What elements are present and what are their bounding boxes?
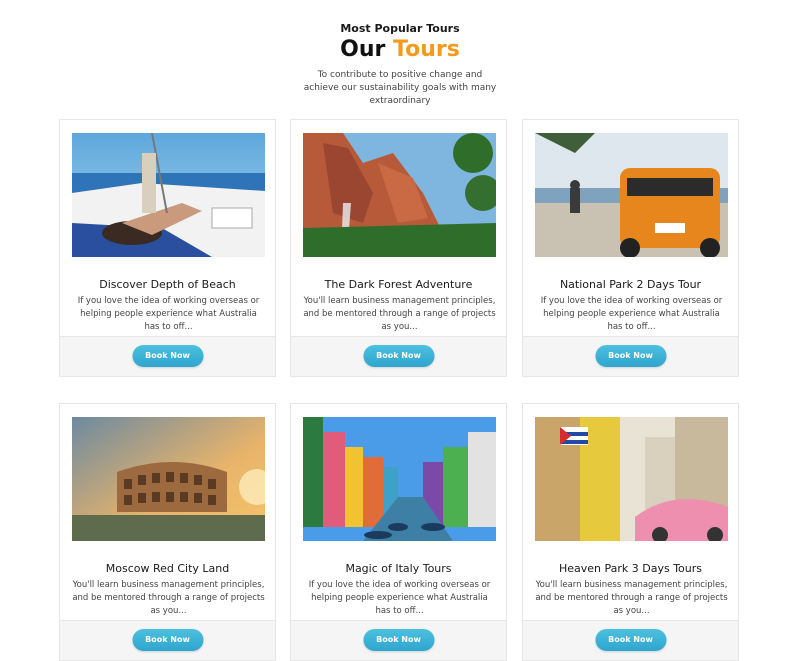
book-now-button[interactable]: Book Now [363,629,434,651]
tour-card: Heaven Park 3 Days Tours You'll learn bu… [522,403,739,661]
tour-image-van[interactable] [535,133,728,257]
tour-description: You'll learn business management princip… [72,580,265,616]
tour-description: If you love the idea of working overseas… [540,296,723,332]
card-footer: Book Now [60,336,275,376]
tour-image-colosseum[interactable] [72,417,265,541]
tour-name: Magic of Italy Tours [345,562,452,575]
card-footer: Book Now [60,620,275,660]
section-title: Our Tours [0,37,800,62]
tour-image-havana[interactable] [535,417,728,541]
tour-card: Magic of Italy Tours If you love the ide… [290,403,507,661]
tour-name: National Park 2 Days Tour [559,278,702,291]
title-main: Our [340,37,386,62]
tour-card: Discover Depth of Beach If you love the … [59,119,276,377]
book-now-button[interactable]: Book Now [363,345,434,367]
tour-image-beach[interactable] [72,133,265,257]
tour-card: National Park 2 Days Tour If you love th… [522,119,739,377]
book-now-button[interactable]: Book Now [132,345,203,367]
tour-name: Discover Depth of Beach [99,278,236,291]
card-footer: Book Now [523,620,738,660]
tour-description: You'll learn business management princip… [535,580,728,616]
book-now-button[interactable]: Book Now [595,629,666,651]
tour-description: If you love the idea of working overseas… [77,296,260,332]
card-footer: Book Now [523,336,738,376]
card-footer: Book Now [291,336,506,376]
tour-name: Moscow Red City Land [105,562,230,575]
tour-description: If you love the idea of working overseas… [308,580,491,616]
tour-card: Moscow Red City Land You'll learn busine… [59,403,276,661]
card-footer: Book Now [291,620,506,660]
tour-image-forest[interactable] [303,133,496,257]
book-now-button[interactable]: Book Now [595,345,666,367]
tour-description: You'll learn business management princip… [303,296,496,332]
tour-name: Heaven Park 3 Days Tours [558,562,703,575]
section-subtitle: To contribute to positive change and ach… [303,70,497,106]
section-eyebrow: Most Popular Tours [340,22,460,35]
title-accent: Tours [393,37,460,62]
tour-name: The Dark Forest Adventure [324,278,473,291]
tour-image-italy[interactable] [303,417,496,541]
book-now-button[interactable]: Book Now [132,629,203,651]
tour-card: The Dark Forest Adventure You'll learn b… [290,119,507,377]
